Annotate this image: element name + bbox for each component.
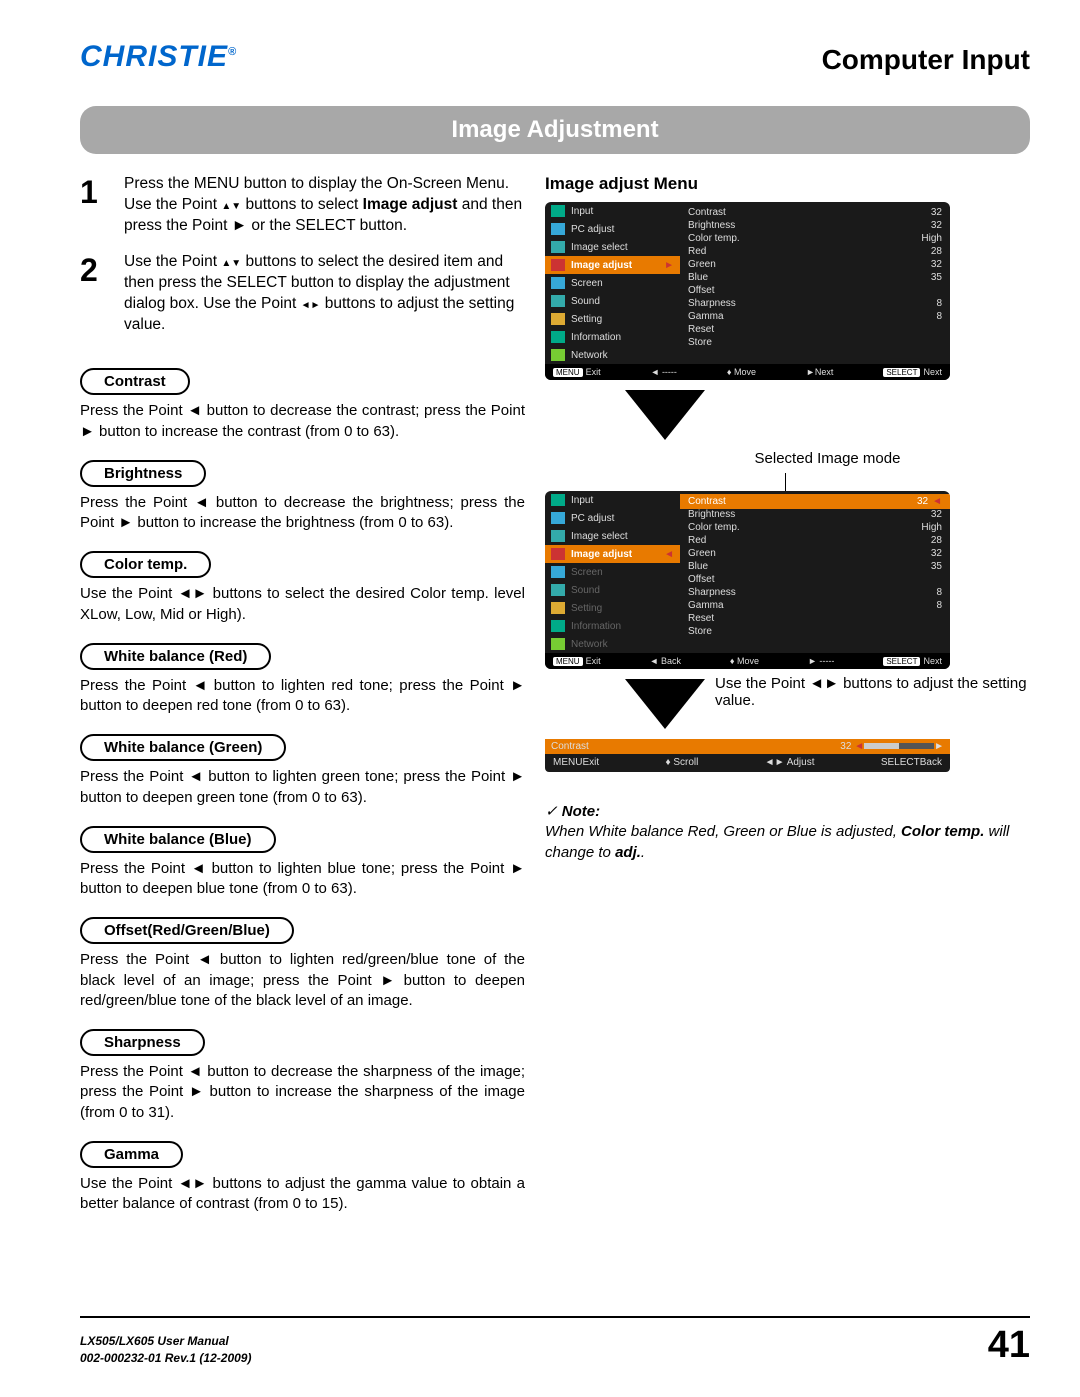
menu-icon: [551, 259, 565, 271]
adjustment-desc: Press the Point ◄ button to decrease the…: [80, 1062, 525, 1123]
osd-param-row: Green32: [688, 547, 942, 560]
osd-menu-item: Network: [545, 635, 680, 653]
adjustment-desc: Press the Point ◄ button to lighten red …: [80, 676, 525, 717]
osd-param-row: Reset: [688, 323, 942, 336]
osd-param-row: Offset: [688, 284, 942, 297]
step-2: 2 Use the Point buttons to select the de…: [80, 252, 525, 336]
osd-param-row: Blue35: [688, 560, 942, 573]
osd-menu-item: Network: [545, 346, 680, 364]
menu-icon: [551, 620, 565, 632]
menu-icon: [551, 548, 565, 560]
menu-icon: [551, 295, 565, 307]
osd-param-row: Store: [688, 625, 942, 638]
menu-icon: [551, 638, 565, 650]
osd-menu-item: Information: [545, 617, 680, 635]
caption-adjust: Use the Point ◄► buttons to adjust the s…: [715, 675, 1030, 709]
osd-menu-item: Screen: [545, 563, 680, 581]
adjustment-desc: Press the Point ◄ button to decrease the…: [80, 493, 525, 534]
adjustment-desc: Press the Point ◄ button to lighten blue…: [80, 859, 525, 900]
adjustment-label: Sharpness: [80, 1029, 205, 1056]
adjustment-label: Color temp.: [80, 551, 211, 578]
osd-param-row: Sharpness8: [688, 586, 942, 599]
menu-icon: [551, 313, 565, 325]
menu-icon: [551, 584, 565, 596]
osd-menu-item: Image select: [545, 238, 680, 256]
osd-param-row: Red28: [688, 534, 942, 547]
page-number: 41: [988, 1324, 1030, 1367]
osd-menu-item: Sound: [545, 581, 680, 599]
osd-screenshot-1: InputPC adjustImage selectImage adjust ►…: [545, 202, 950, 380]
page-footer: LX505/LX605 User Manual 002-000232-01 Re…: [80, 1316, 1030, 1367]
adjustment-label: White balance (Green): [80, 734, 286, 761]
osd-menu-item: Image adjust ◄: [545, 545, 680, 563]
caption-selected-mode: Selected Image mode: [625, 450, 1030, 467]
menu-icon: [551, 241, 565, 253]
step-1: 1 Press the MENU button to display the O…: [80, 174, 525, 237]
menu-icon: [551, 205, 565, 217]
osd-menu-item: Information: [545, 328, 680, 346]
adjustment-label: White balance (Blue): [80, 826, 276, 853]
osd-param-row: Color temp.High: [688, 232, 942, 245]
menu-icon: [551, 512, 565, 524]
adjustment-label: Contrast: [80, 368, 190, 395]
section-heading: Image Adjustment: [80, 106, 1030, 154]
adjustment-label: Gamma: [80, 1141, 183, 1168]
osd-menu-item: Setting: [545, 599, 680, 617]
osd-screenshot-2: InputPC adjustImage selectImage adjust ◄…: [545, 491, 950, 669]
osd-menu-item: Screen: [545, 274, 680, 292]
adjustment-desc: Press the Point ◄ button to lighten gree…: [80, 767, 525, 808]
osd-menu-item: Input: [545, 491, 680, 509]
right-heading: Image adjust Menu: [545, 174, 1030, 194]
adjustment-desc: Press the Point ◄ button to decrease the…: [80, 401, 525, 442]
osd-menu-item: PC adjust: [545, 509, 680, 527]
osd-param-row: Reset: [688, 612, 942, 625]
menu-icon: [551, 566, 565, 578]
osd-param-row: Green32: [688, 258, 942, 271]
osd-param-row: Sharpness8: [688, 297, 942, 310]
menu-icon: [551, 277, 565, 289]
osd-slider: Contrast 32 ◄► MENUExit ♦ Scroll ◄► Adju…: [545, 739, 950, 772]
menu-icon: [551, 530, 565, 542]
osd-param-row: Color temp.High: [688, 521, 942, 534]
osd-param-row: Offset: [688, 573, 942, 586]
osd-menu-item: Input: [545, 202, 680, 220]
adjustment-label: White balance (Red): [80, 643, 271, 670]
down-arrow-icon: [625, 679, 705, 729]
menu-icon: [551, 349, 565, 361]
osd-param-row: Brightness32: [688, 219, 942, 232]
osd-menu-item: Image select: [545, 527, 680, 545]
osd-menu-item: Setting: [545, 310, 680, 328]
osd-param-row: Gamma8: [688, 599, 942, 612]
osd-param-row: Blue35: [688, 271, 942, 284]
osd-param-row: Contrast32◄: [680, 494, 950, 509]
adjustment-desc: Use the Point ◄► buttons to select the d…: [80, 584, 525, 625]
osd-param-row: Gamma8: [688, 310, 942, 323]
menu-icon: [551, 602, 565, 614]
adjustment-label: Brightness: [80, 460, 206, 487]
menu-icon: [551, 494, 565, 506]
adjustment-desc: Use the Point ◄► buttons to adjust the g…: [80, 1174, 525, 1215]
adjustment-label: Offset(Red/Green/Blue): [80, 917, 294, 944]
note-block: Note: When White balance Red, Green or B…: [545, 802, 1030, 863]
osd-param-row: Red28: [688, 245, 942, 258]
osd-param-row: Contrast32: [688, 206, 942, 219]
menu-icon: [551, 223, 565, 235]
osd-menu-item: Sound: [545, 292, 680, 310]
down-arrow-icon: [625, 390, 705, 440]
osd-param-row: Store: [688, 336, 942, 349]
osd-param-row: Brightness32: [688, 508, 942, 521]
osd-menu-item: Image adjust ►: [545, 256, 680, 274]
menu-icon: [551, 331, 565, 343]
osd-menu-item: PC adjust: [545, 220, 680, 238]
adjustment-desc: Press the Point ◄ button to lighten red/…: [80, 950, 525, 1011]
